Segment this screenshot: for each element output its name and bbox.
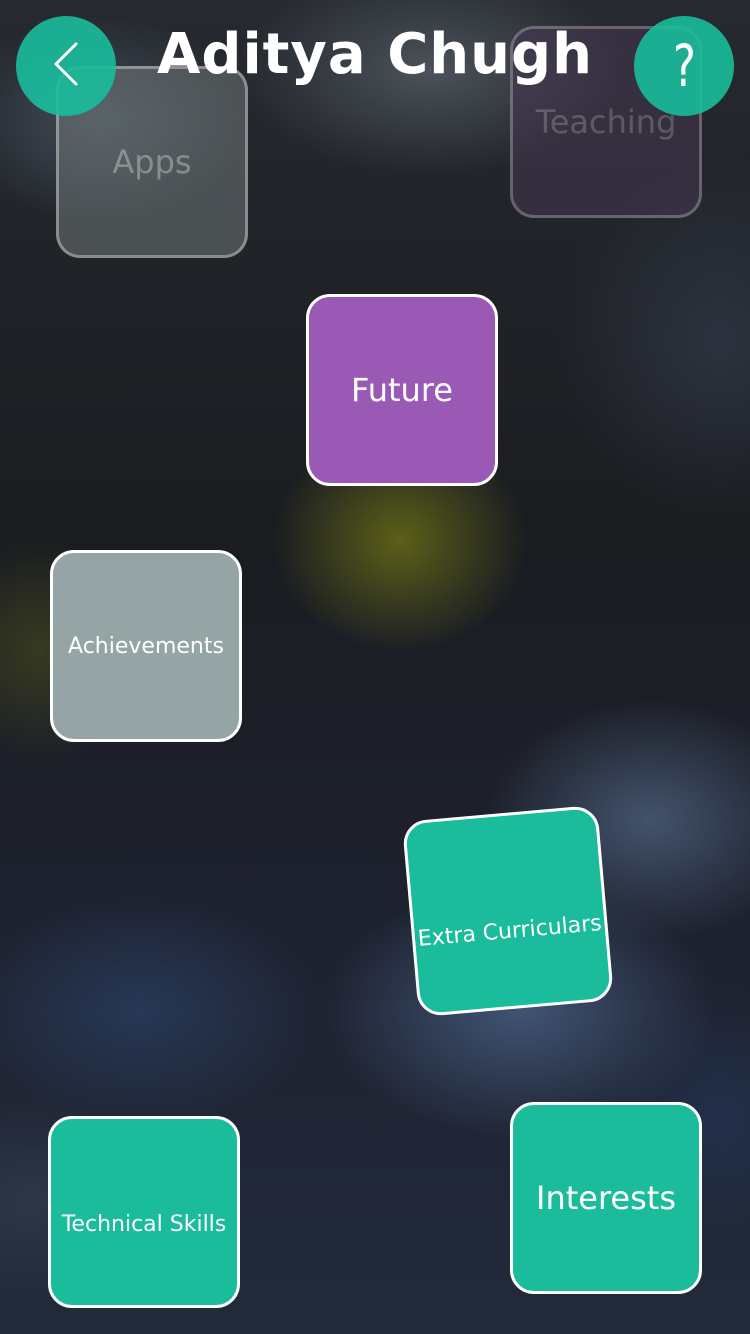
tile-technical-skills[interactable]: Technical Skills: [48, 1116, 240, 1308]
tile-technical-skills-label: Technical Skills: [61, 1211, 227, 1237]
tile-interests-label: Interests: [536, 1179, 676, 1217]
tile-interests[interactable]: Interests: [510, 1102, 702, 1294]
question-mark-icon: ?: [672, 32, 696, 100]
tile-extra-curriculars[interactable]: Extra Curriculars: [401, 804, 615, 1018]
tile-achievements-label: Achievements: [68, 633, 224, 659]
tile-extra-curriculars-label: Extra Curriculars: [416, 910, 603, 952]
tile-teaching-label: Teaching: [535, 103, 677, 141]
tile-future[interactable]: Future: [306, 294, 498, 486]
back-button[interactable]: [16, 16, 116, 116]
help-button[interactable]: ?: [634, 16, 734, 116]
tile-achievements[interactable]: Achievements: [50, 550, 242, 742]
tile-apps-label: Apps: [112, 143, 192, 181]
chevron-left-icon: [46, 38, 86, 94]
tile-future-label: Future: [351, 371, 453, 409]
